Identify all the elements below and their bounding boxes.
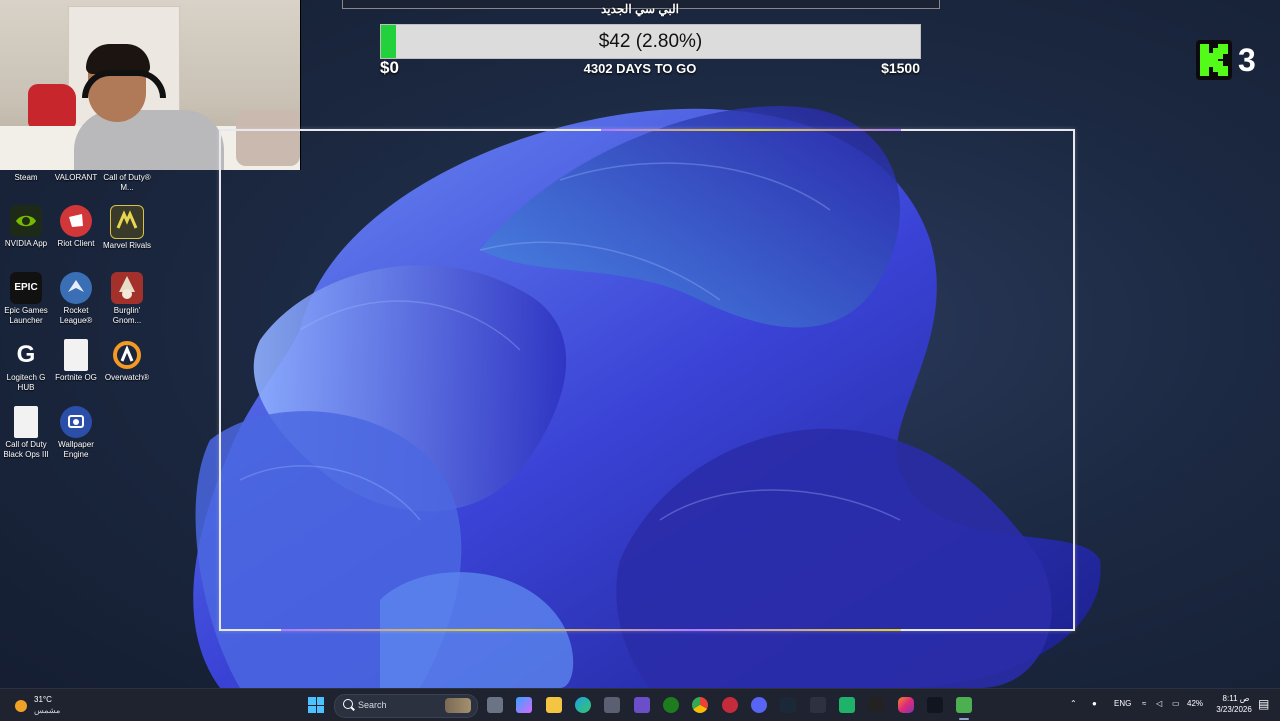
desktop-icon-epic-games[interactable]: EPIC Epic Games Launcher — [0, 272, 52, 326]
edge-icon[interactable] — [575, 697, 591, 713]
windows-logo-tile — [308, 697, 316, 705]
desktop-icon-label: NVIDIA App — [4, 239, 48, 248]
green-app-icon[interactable] — [839, 697, 855, 713]
logitech-g-hub-icon: G — [10, 339, 42, 371]
search-label: Search — [358, 700, 387, 710]
burglin-gnomes-icon — [111, 272, 143, 304]
desktop-icon-nvidia-app[interactable]: NVIDIA App — [0, 205, 52, 249]
headset-icon — [82, 70, 166, 98]
desktop-icon-label: Call of Duty Black Ops III — [3, 440, 49, 459]
goal-progress-bar: $42 (2.80%) — [380, 24, 921, 59]
discord-icon[interactable] — [751, 697, 767, 713]
capture-frame — [219, 129, 1075, 631]
battery-percent: 42% — [1187, 699, 1204, 708]
copilot-icon[interactable] — [516, 697, 532, 713]
webcam-red-bag — [28, 84, 76, 128]
arrow-app-icon[interactable] — [810, 697, 826, 713]
capcut-icon[interactable] — [927, 697, 943, 713]
epic-games-glyph: EPIC — [14, 282, 38, 293]
start-button[interactable] — [308, 697, 324, 713]
instagram-icon[interactable] — [898, 697, 914, 713]
desktop-icon-label: Epic Games Launcher — [4, 306, 48, 325]
battery-icon[interactable]: ▭ — [1172, 699, 1180, 708]
windows-logo-tile — [316, 705, 324, 713]
desktop-icon-fortnite-og[interactable]: Fortnite OG — [50, 339, 102, 383]
desktop-icon-label: Rocket League® — [59, 306, 93, 325]
epic-games-taskbar-icon[interactable] — [868, 697, 884, 713]
rocket-league-icon — [60, 272, 92, 304]
microphone-icon[interactable]: ● — [1092, 699, 1097, 708]
wallpaper-engine-icon — [60, 406, 92, 438]
desktop-icon-logitech-g-hub[interactable]: G Logitech G HUB — [0, 339, 52, 393]
goal-days-remaining: 4302 DAYS TO GO — [583, 61, 697, 76]
volume-icon[interactable]: ◁ — [1156, 699, 1162, 708]
xbox-icon[interactable] — [663, 697, 679, 713]
desktop-icon-call-of-duty-mobile[interactable]: Call of Duty® M... — [101, 173, 153, 193]
desktop-icon-steam[interactable]: Steam — [0, 173, 52, 183]
clock-time[interactable]: ص 8:11 — [1216, 694, 1256, 703]
notification-icon[interactable]: ▤ — [1258, 697, 1269, 711]
desktop-icon-black-ops-3[interactable]: Call of Duty Black Ops III — [0, 406, 52, 460]
store-icon[interactable] — [604, 697, 620, 713]
webcam-person-shirt — [74, 110, 224, 170]
marvel-rivals-icon — [110, 205, 144, 239]
file-icon — [64, 339, 88, 371]
clock-date[interactable]: 3/23/2026 — [1212, 705, 1256, 714]
desktop-icon-label: Marvel Rivals — [102, 241, 151, 250]
goal-amount: $42 (2.80%) — [598, 31, 703, 52]
wifi-icon[interactable]: ≈ — [1142, 699, 1146, 708]
desktop-icon-overwatch[interactable]: Overwatch® — [101, 339, 153, 383]
file-icon — [14, 406, 38, 438]
desktop-icon-riot-client[interactable]: Riot Client — [50, 205, 102, 249]
desktop-icon-rocket-league[interactable]: Rocket League® — [50, 272, 102, 326]
desktop-icon-label: Burglin' Gnom... — [112, 306, 142, 325]
desktop-icon-label: Call of Duty® M... — [103, 173, 151, 192]
chrome-icon[interactable] — [692, 697, 708, 713]
desktop-icon-label: Wallpaper Engine — [58, 440, 94, 459]
windows-logo-tile — [316, 697, 324, 705]
kick-badge: 3 — [1196, 40, 1268, 80]
desktop-icon-burglin-gnomes[interactable]: Burglin' Gnom... — [101, 272, 153, 326]
kick-logo-icon — [1196, 40, 1232, 80]
taskbar: 31°C مشمس Search ⌃ ● ENG ≈ ◁ ▭ 42% ص 8:1… — [0, 688, 1280, 721]
language-indicator[interactable]: ENG — [1114, 699, 1131, 708]
desktop-icon-label: Riot Client — [57, 239, 95, 248]
goal-start-value: $0 — [380, 58, 399, 77]
chevron-up-icon[interactable]: ⌃ — [1070, 699, 1077, 708]
minecraft-icon[interactable] — [956, 697, 972, 713]
nvidia-icon — [10, 205, 42, 237]
weather-widget[interactable]: 31°C مشمس — [12, 694, 72, 718]
riot-client-icon — [60, 205, 92, 237]
windows-logo-tile — [308, 705, 316, 713]
epic-games-icon: EPIC — [10, 272, 42, 304]
folder-icon[interactable] — [546, 697, 562, 713]
desktop-icon-label: Steam — [14, 173, 38, 182]
goal-target-value: $1500 — [881, 60, 920, 76]
logitech-glyph: G — [16, 341, 36, 368]
frame-accent-top — [601, 129, 901, 131]
search-highlight-image — [445, 698, 471, 713]
taskbar-search-box[interactable]: Search — [334, 694, 478, 718]
desktop-icon-label: Logitech G HUB — [6, 373, 46, 392]
desktop-icon-valorant[interactable]: VALORANT — [50, 173, 102, 183]
sun-icon — [15, 700, 27, 712]
desktop-icon-marvel-rivals[interactable]: Marvel Rivals — [101, 205, 153, 251]
task-view-icon[interactable] — [487, 697, 503, 713]
kick-count: 3 — [1238, 42, 1256, 78]
weather-description: مشمس — [34, 706, 61, 715]
frame-accent-bottom — [281, 629, 901, 631]
goal-title: البي سي الجديد — [600, 2, 679, 16]
search-icon — [343, 699, 353, 709]
steam-icon[interactable] — [780, 697, 796, 713]
weather-temperature: 31°C — [34, 695, 52, 704]
desktop-icon-label: Fortnite OG — [55, 373, 97, 382]
desktop-icon-label: Overwatch® — [104, 373, 150, 382]
desktop-icon-label: VALORANT — [54, 173, 98, 182]
app-icon[interactable] — [634, 697, 650, 713]
red-app-icon[interactable] — [722, 697, 738, 713]
overwatch-icon — [111, 339, 143, 371]
desktop-icon-wallpaper-engine[interactable]: Wallpaper Engine — [50, 406, 102, 460]
